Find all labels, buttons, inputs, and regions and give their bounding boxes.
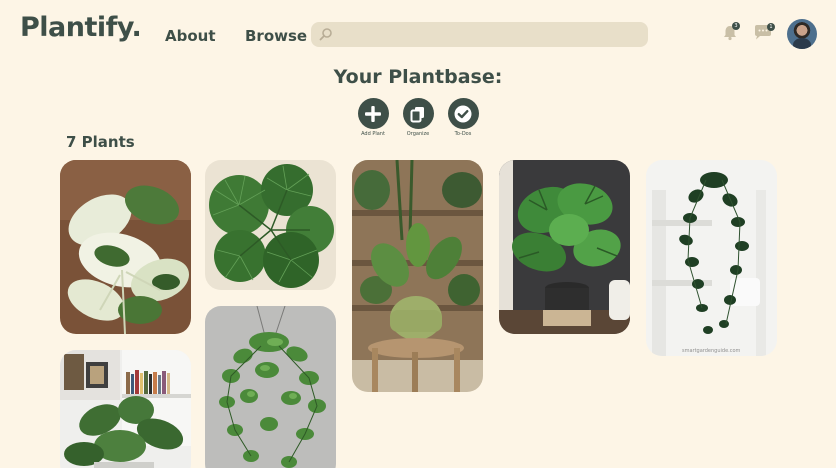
plant-photo [499, 160, 630, 334]
add-plant-button[interactable]: Add Plant [353, 98, 393, 137]
organize-label: Organize [406, 131, 430, 137]
check-icon [454, 105, 472, 122]
organize-button[interactable]: Organize [398, 98, 438, 137]
app-logo[interactable]: Plantify. [20, 12, 142, 43]
messages-button[interactable]: 1 [753, 23, 775, 45]
plant-card-variegated-alocasia[interactable] [60, 160, 191, 334]
nav-browse-link[interactable]: Browse [245, 27, 307, 45]
plant-card-fan-palm[interactable] [205, 160, 336, 290]
todos-label: To-Dos [454, 131, 472, 137]
add-plant-label: Add Plant [361, 131, 385, 137]
plant-card-hanging-philodendron[interactable]: smartgardenguide.com [646, 160, 777, 356]
copy-icon [410, 106, 424, 122]
plant-card-alocasia-pot[interactable] [352, 160, 483, 392]
plant-card-bookshelf[interactable] [60, 350, 191, 468]
plant-card-monstera[interactable] [499, 160, 630, 334]
plant-card-hanging-pothos[interactable] [205, 306, 336, 468]
search-bar[interactable] [311, 22, 648, 47]
plant-photo [205, 306, 336, 468]
nav-about-link[interactable]: About [165, 27, 216, 45]
plant-photo: smartgardenguide.com [646, 160, 777, 356]
top-nav: Plantify. About Browse 3 1 [0, 0, 836, 70]
notifications-button[interactable]: 3 [722, 22, 740, 45]
plant-count: 7 Plants [66, 133, 135, 151]
user-avatar[interactable] [787, 19, 817, 49]
page-title: Your Plantbase: [333, 66, 503, 88]
notification-count-badge: 3 [732, 22, 740, 30]
message-count-badge: 1 [767, 23, 775, 31]
search-input[interactable] [337, 22, 637, 47]
search-icon [319, 28, 332, 41]
plant-photo [352, 160, 483, 392]
plant-photo [60, 160, 191, 334]
photo-watermark: smartgardenguide.com [682, 348, 741, 354]
plus-icon [365, 105, 381, 122]
todos-button[interactable]: To-Dos [443, 98, 483, 137]
plant-photo [205, 160, 336, 290]
plant-photo [60, 350, 191, 468]
